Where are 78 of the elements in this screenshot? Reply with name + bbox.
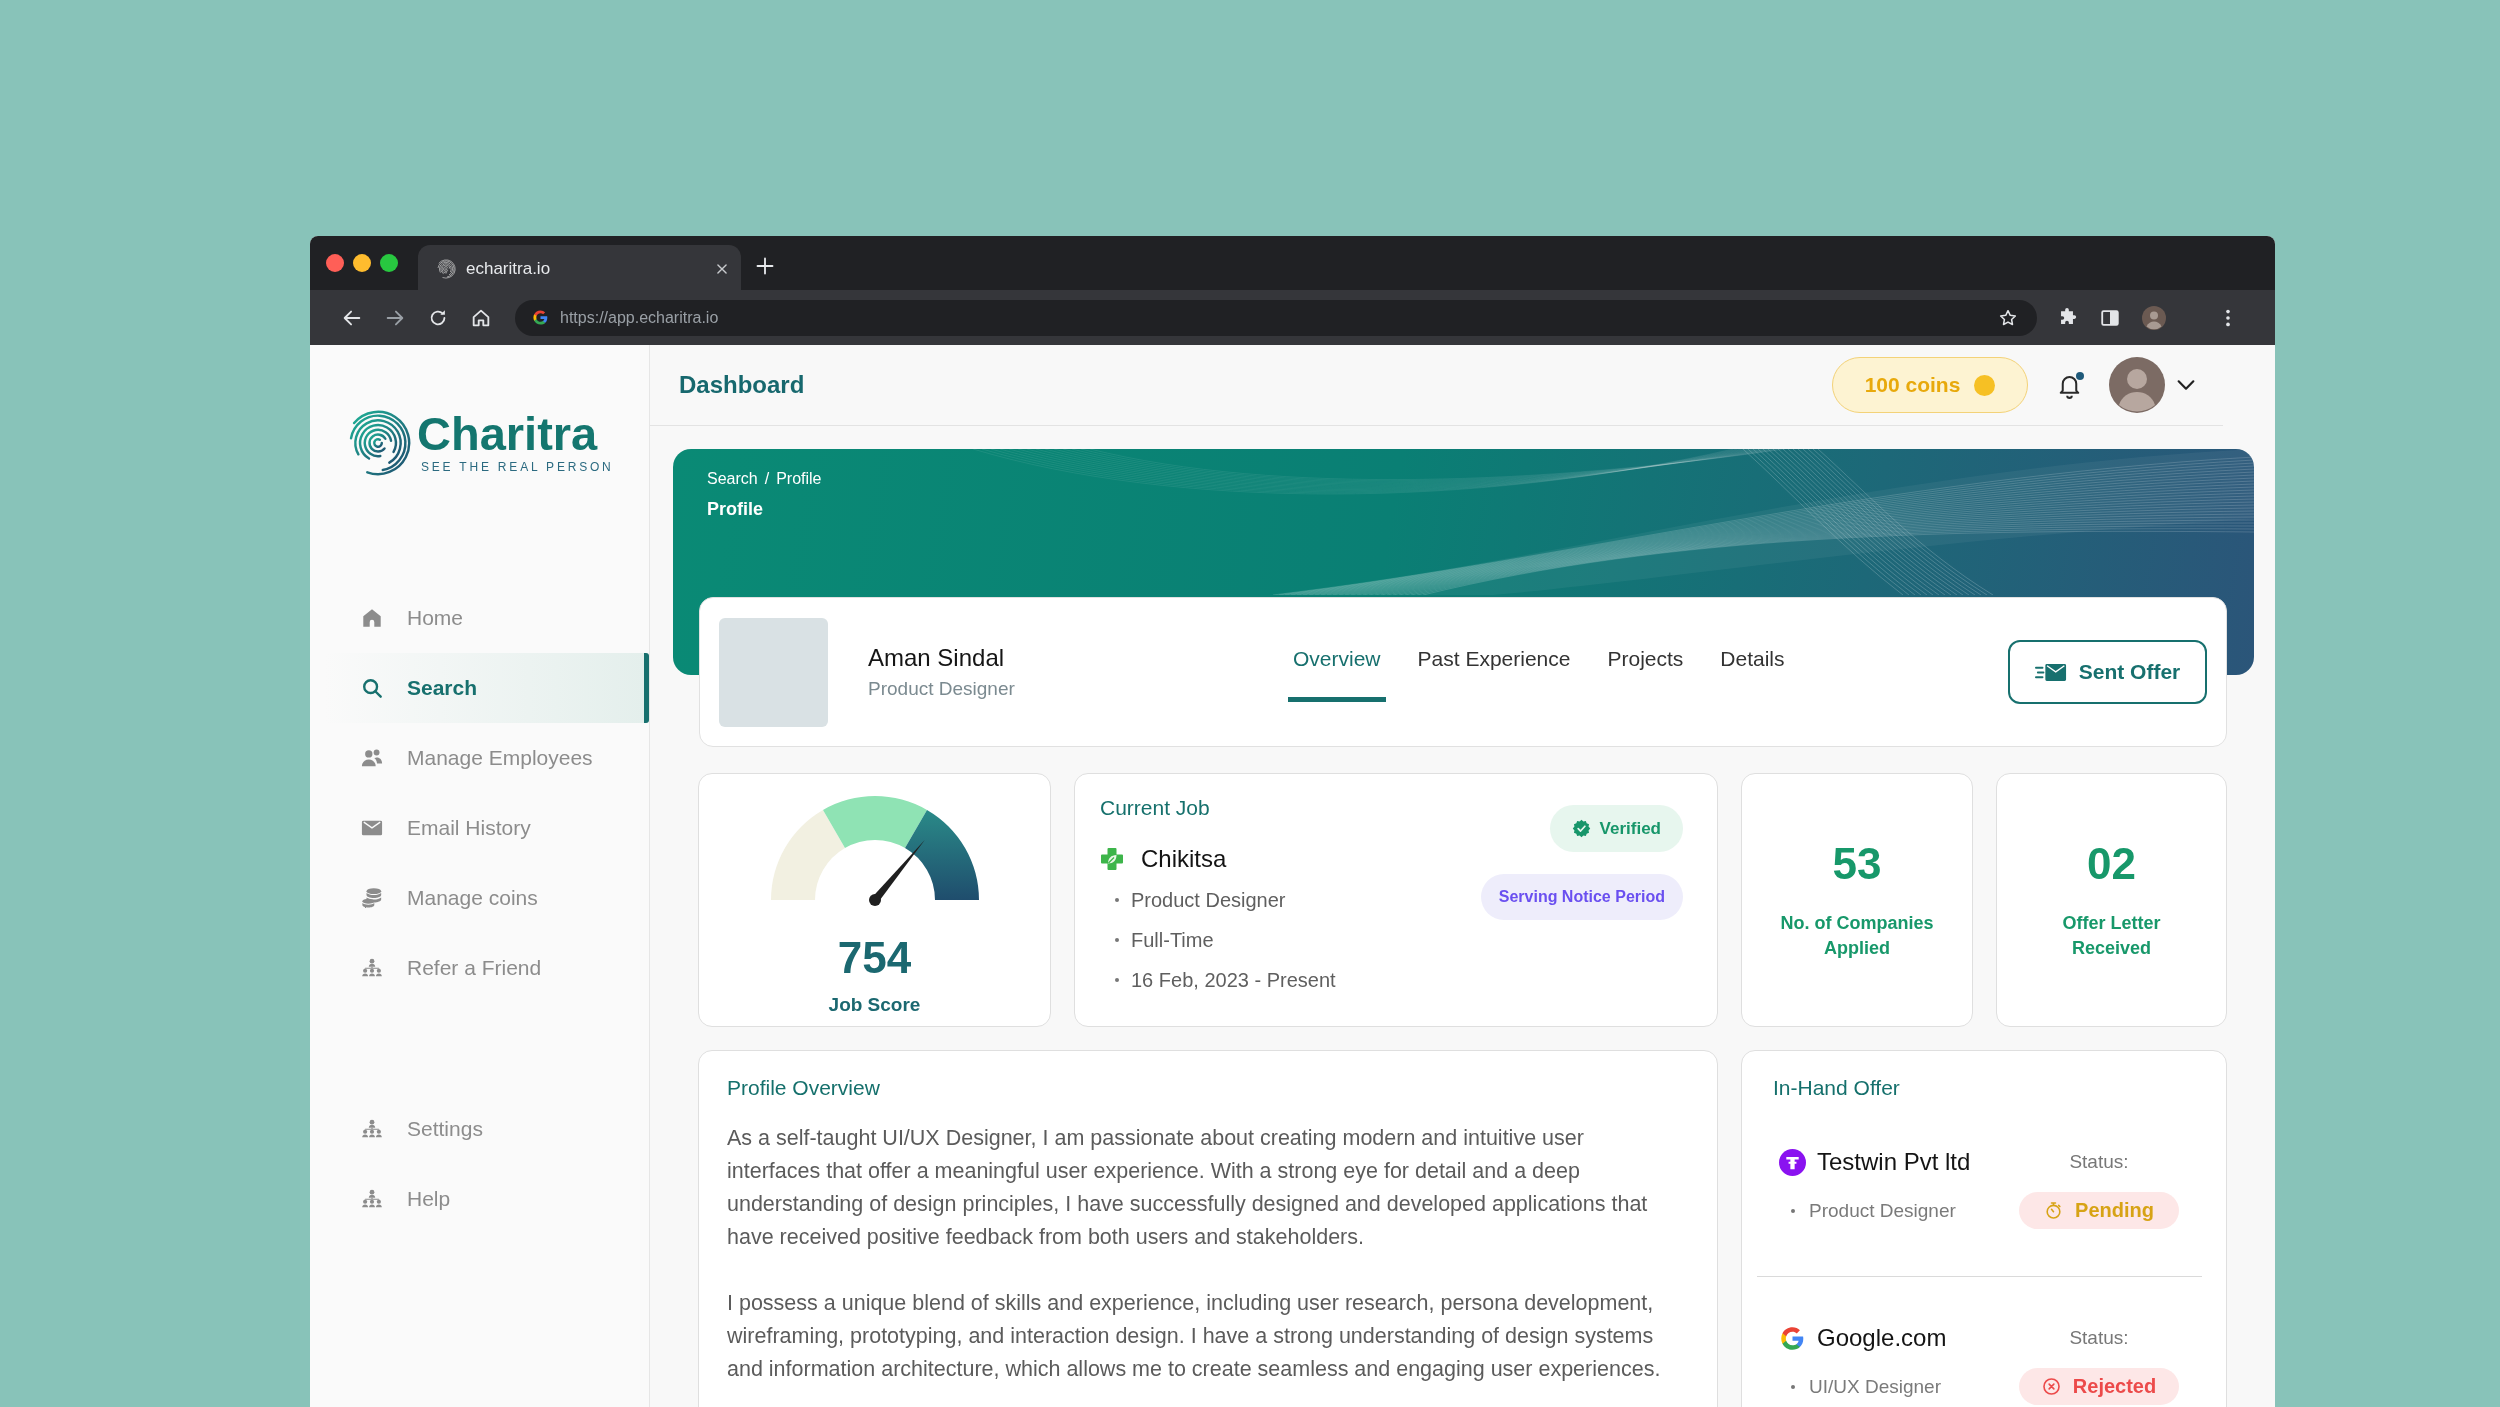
org-chart-icon: [361, 957, 383, 979]
profile-tab[interactable]: Projects: [1602, 636, 1689, 702]
page-heading: Dashboard: [679, 371, 805, 399]
stopwatch-icon: [2044, 1201, 2064, 1220]
card-title: In-Hand Offer: [1773, 1075, 1900, 1101]
people-icon: [361, 747, 383, 769]
bullet-icon: [1791, 1384, 1795, 1389]
bullet-icon: [1115, 978, 1119, 982]
org-chart-icon: [361, 1118, 383, 1140]
job-role: UI/UX Designer: [1809, 1375, 1941, 1398]
brand-name: Charitra: [417, 411, 599, 457]
minimize-window-icon[interactable]: [353, 254, 371, 272]
plus-icon[interactable]: [755, 256, 775, 276]
address-bar[interactable]: https://app.echaritra.io: [515, 299, 2037, 336]
nav-item[interactable]: Refer a Friend: [325, 933, 649, 1003]
nav-item[interactable]: Manage coins: [325, 863, 649, 933]
browser-tab[interactable]: echaritra.io: [418, 245, 741, 290]
breadcrumb-separator: /: [764, 469, 770, 489]
nav-item[interactable]: Home: [325, 583, 649, 653]
nav-item[interactable]: Manage Employees: [325, 723, 649, 793]
org-chart-icon: [361, 1188, 383, 1210]
home-icon: [361, 607, 383, 629]
company-logo-icon: [1779, 1148, 1806, 1176]
stat-label: Offer Letter Received: [2061, 912, 2162, 960]
score-value: 754: [837, 933, 912, 983]
bullet-icon: [1115, 938, 1119, 942]
overview-paragraph: As a self-taught UI/UX Designer, I am passionate about creating modern and intuitive user interfaces that offer a meaningful user experience. With a strong eye for detail and a deep understanding of design principles, I have successfully designed and developed applications that have received positive feedback from both users and stakeholders.: [727, 1125, 1649, 1251]
nav-item[interactable]: Help: [325, 1164, 649, 1234]
company-name: Chikitsa: [1141, 844, 1227, 874]
job-detail: 16 Feb, 2023 - Present: [1131, 968, 1336, 992]
x-circle-icon: [2041, 1377, 2061, 1396]
breadcrumb-current: Profile: [776, 469, 822, 489]
card-title: Profile Overview: [727, 1075, 880, 1101]
coin-icon: [1974, 374, 1996, 396]
status-label: Status:: [2069, 1150, 2129, 1174]
nav-item[interactable]: Email History: [325, 793, 649, 863]
search-icon: [361, 677, 383, 699]
overview-paragraph: I possess a unique blend of skills and experience, including user research, persona development, wireframing, prototyping, and interaction design. I have a strong understanding of design systems and information architecture, which allows me to create seamless and engaging user experiences.: [727, 1290, 1662, 1383]
job-detail: Full-Time: [1131, 928, 1214, 952]
bullet-icon: [1791, 1208, 1795, 1213]
job-role: Product Designer: [1809, 1199, 1956, 1222]
stat-value: 53: [1832, 839, 1882, 889]
company-name: Testwin Pvt ltd: [1817, 1147, 1971, 1177]
badge-label: Verified: [1599, 818, 1661, 839]
person-name: Aman Sindal: [868, 643, 1006, 673]
job-detail: Product Designer: [1131, 888, 1286, 912]
avatar-icon[interactable]: [2109, 357, 2165, 413]
breadcrumb-link[interactable]: Search: [707, 469, 758, 489]
notice-badge: Serving Notice Period: [1480, 874, 1683, 920]
score-label: Job Score: [828, 993, 921, 1017]
envelope-icon: [2034, 661, 2067, 683]
coins-icon: [361, 887, 383, 909]
check-badge-icon: [1571, 819, 1591, 838]
brand-tagline: SEE THE REAL PERSON: [420, 459, 614, 475]
profile-tab[interactable]: Past Experience: [1412, 636, 1576, 702]
card-title: Current Job: [1100, 795, 1210, 821]
page-title: Profile: [707, 498, 763, 520]
sent-offer-button[interactable]: Sent Offer: [2008, 640, 2207, 704]
company-name: Google.com: [1817, 1323, 1947, 1353]
stat-label: No. of Companies Applied: [1779, 912, 1935, 960]
status-label: Status:: [2069, 1326, 2129, 1350]
nav-item[interactable]: Settings: [325, 1094, 649, 1164]
profile-tab[interactable]: Details: [1715, 636, 1790, 702]
status-text: Pending: [2075, 1199, 2154, 1222]
google-icon: [532, 309, 549, 326]
star-icon[interactable]: [1998, 307, 2018, 328]
medical-cross-icon: [1100, 847, 1124, 871]
fingerprint-icon: [436, 258, 456, 279]
person-role: Product Designer: [868, 677, 1016, 701]
stat-value: 02: [2087, 839, 2136, 889]
bullet-icon: [1115, 898, 1119, 902]
close-window-icon[interactable]: [326, 254, 344, 272]
close-icon[interactable]: [715, 261, 729, 276]
google-icon: [1779, 1324, 1806, 1352]
maximize-window-icon[interactable]: [380, 254, 398, 272]
status-text: Rejected: [2072, 1375, 2157, 1398]
profile-tab[interactable]: Overview: [1288, 636, 1386, 702]
avatar-icon[interactable]: [2142, 305, 2166, 330]
